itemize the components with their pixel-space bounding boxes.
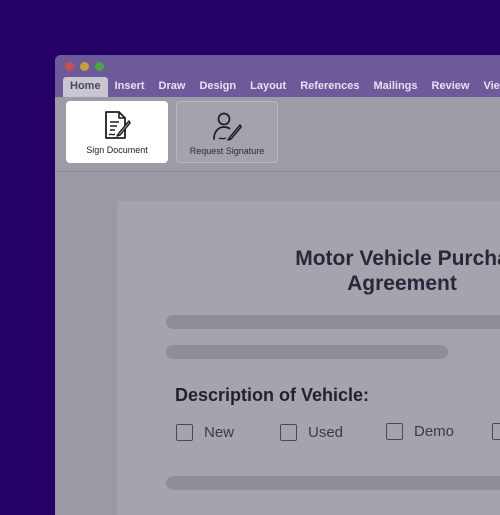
request-signature-label: Request Signature: [189, 146, 265, 156]
tab-design[interactable]: Design: [192, 77, 243, 97]
text-placeholder-line: [166, 345, 448, 359]
person-pen-icon: [213, 112, 242, 141]
document-pen-icon: [105, 111, 131, 139]
tab-view[interactable]: View: [476, 77, 500, 97]
option-new[interactable]: New: [176, 424, 234, 441]
sign-document-button[interactable]: Sign Document: [66, 101, 168, 163]
option-demo[interactable]: Demo: [386, 423, 454, 440]
text-placeholder-line: [166, 476, 500, 490]
sign-document-label: Sign Document: [86, 145, 148, 155]
document-title: Motor Vehicle Purcha Agreement: [229, 246, 500, 296]
checkbox[interactable]: [176, 424, 193, 441]
tab-draw[interactable]: Draw: [152, 77, 193, 97]
document-title-line-2: Agreement: [347, 272, 457, 295]
section-heading: Description of Vehicle:: [175, 385, 370, 405]
option-label: Used: [308, 424, 344, 441]
ribbon: Sign Document Request Signature: [55, 97, 500, 172]
minimize-window-button[interactable]: [80, 62, 89, 71]
option-used[interactable]: Used: [280, 424, 343, 441]
checkbox[interactable]: [386, 423, 403, 440]
option-partial[interactable]: [492, 423, 500, 440]
request-signature-button[interactable]: Request Signature: [176, 101, 278, 163]
document-title-line-1: Motor Vehicle Purcha: [295, 247, 500, 270]
document-canvas[interactable]: [55, 172, 500, 515]
checkbox[interactable]: [492, 423, 500, 440]
tab-home[interactable]: Home: [63, 77, 108, 97]
ribbon-tabs: Home Insert Draw Design Layout Reference…: [63, 77, 500, 97]
tab-insert[interactable]: Insert: [108, 77, 152, 97]
option-label: Demo: [414, 423, 455, 440]
option-label: New: [204, 424, 235, 441]
close-window-button[interactable]: [65, 62, 74, 71]
tab-layout[interactable]: Layout: [243, 77, 293, 97]
tab-references[interactable]: References: [293, 77, 366, 97]
text-placeholder-line: [166, 315, 500, 329]
checkbox[interactable]: [280, 424, 297, 441]
tab-review[interactable]: Review: [425, 77, 477, 97]
tab-mailings[interactable]: Mailings: [367, 77, 425, 97]
zoom-window-button[interactable]: [95, 62, 104, 71]
